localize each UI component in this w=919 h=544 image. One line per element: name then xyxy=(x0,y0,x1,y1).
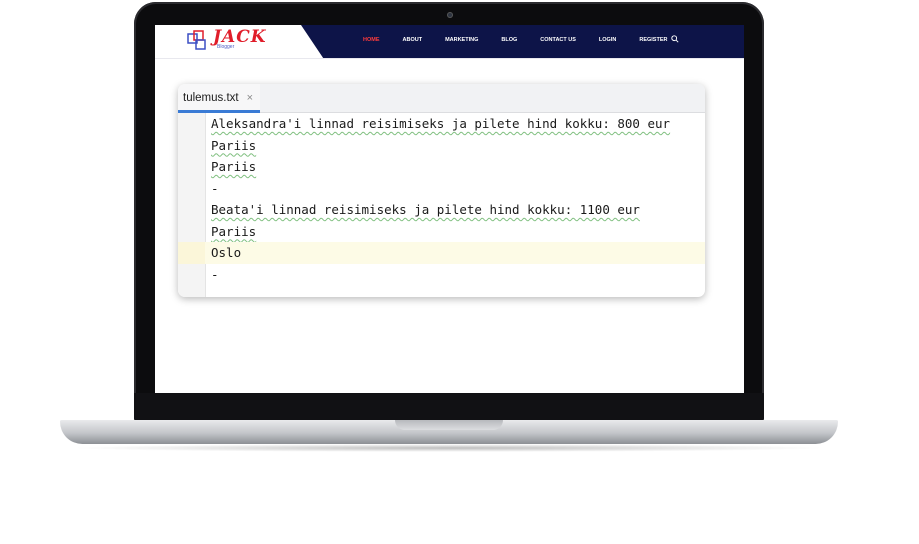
nav-home[interactable]: HOME xyxy=(363,37,380,43)
nav-contact-us[interactable]: CONTACT US xyxy=(540,37,576,43)
logo-icon xyxy=(187,30,206,50)
editor-line: - xyxy=(178,178,705,200)
editor-line: Pariis xyxy=(178,156,705,178)
search-icon[interactable] xyxy=(671,35,679,43)
tab-tulemus-txt[interactable]: tulemus.txt × xyxy=(178,84,260,113)
nav-login[interactable]: LOGIN xyxy=(599,37,616,43)
laptop-opening-notch xyxy=(395,420,503,430)
tab-label: tulemus.txt xyxy=(183,92,239,104)
editor-line-current: Oslo xyxy=(178,242,705,264)
header-divider xyxy=(155,58,744,59)
editor-line: Beata'i linnad reisimiseks ja pilete hin… xyxy=(178,199,705,221)
line-text: - xyxy=(211,180,219,196)
logo-subtitle: Blogger xyxy=(217,44,235,50)
line-text: Aleksandra'i linnad reisimiseks ja pilet… xyxy=(211,116,671,131)
laptop-shadow xyxy=(70,444,828,452)
editor-content[interactable]: Aleksandra'i linnad reisimiseks ja pilet… xyxy=(178,113,705,285)
editor-line: Aleksandra'i linnad reisimiseks ja pilet… xyxy=(178,113,705,135)
line-text: Pariis xyxy=(211,223,257,239)
main-nav: HOME ABOUT MARKETING BLOG CONTACT US LOG… xyxy=(363,25,690,55)
editor-line: Pariis xyxy=(178,135,705,157)
line-text: Oslo xyxy=(211,245,242,260)
nav-register[interactable]: REGISTER xyxy=(639,37,667,43)
nav-about[interactable]: ABOUT xyxy=(403,37,423,43)
text-editor: tulemus.txt × Aleksandra'i linnad reisim… xyxy=(178,84,705,297)
line-text: Pariis xyxy=(211,159,257,174)
screen-bezel-bottom xyxy=(134,393,764,422)
webcam xyxy=(447,12,453,18)
line-text: Pariis xyxy=(211,137,257,153)
close-icon[interactable]: × xyxy=(247,92,253,104)
editor-line: Pariis xyxy=(178,221,705,243)
line-text: Beata'i linnad reisimiseks ja pilete hin… xyxy=(211,202,640,217)
line-text: - xyxy=(211,266,219,282)
nav-marketing[interactable]: MARKETING xyxy=(445,37,478,43)
laptop-screen: JACK Blogger HOME ABOUT MARKETING BLOG C… xyxy=(155,25,744,393)
nav-blog[interactable]: BLOG xyxy=(501,37,517,43)
editor-line: - xyxy=(178,264,705,286)
editor-tab-bar: tulemus.txt × xyxy=(178,84,705,113)
site-header: JACK Blogger HOME ABOUT MARKETING BLOG C… xyxy=(155,25,744,58)
